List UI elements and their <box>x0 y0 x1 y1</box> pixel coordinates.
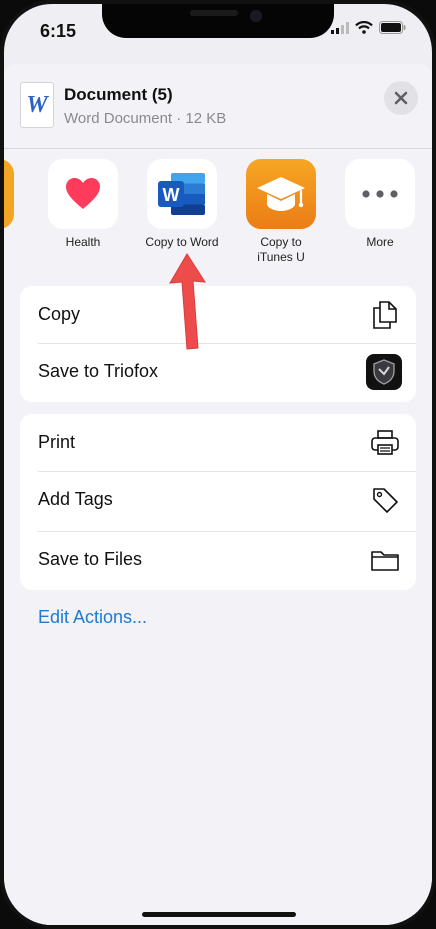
partial-app-icon[interactable] <box>4 159 14 229</box>
app-health[interactable]: Health <box>40 159 126 250</box>
red-arrow-annotation <box>169 253 206 350</box>
phone-frame: 6:15 W Document (5) Word Document · 12 K… <box>0 0 436 929</box>
app-tile-itunes-u[interactable] <box>246 159 316 229</box>
close-button[interactable] <box>384 81 418 115</box>
svg-text:W: W <box>163 185 180 205</box>
action-label-print: Print <box>38 432 76 452</box>
action-label-triofox: Save to Triofox <box>38 361 159 381</box>
printer-icon <box>368 426 402 460</box>
screen: 6:15 W Document (5) Word Document · 12 K… <box>4 4 432 925</box>
itunes-u-icon <box>257 177 305 211</box>
app-copy-to-word[interactable]: W Copy to Word <box>139 159 225 250</box>
document-title: Document (5) <box>64 85 173 104</box>
copy-icon <box>368 298 402 332</box>
app-row: Health W Copy to Word Copy to iTunes U M… <box>4 159 432 274</box>
heart-icon <box>66 178 100 209</box>
status-icons <box>331 21 406 34</box>
home-indicator <box>142 912 296 917</box>
document-subtitle: Word Document · 12 KB <box>64 110 227 127</box>
action-save-to-triofox[interactable]: Save to Triofox <box>20 343 416 400</box>
speaker <box>190 10 238 16</box>
app-more[interactable]: More <box>337 159 423 250</box>
action-label-add-tags: Add Tags <box>38 489 113 509</box>
battery-icon <box>379 21 406 34</box>
share-sheet: W Document (5) Word Document · 12 KB Hea… <box>4 64 432 925</box>
more-icon <box>362 190 398 198</box>
app-label-itunes-u: Copy to iTunes U <box>257 235 305 264</box>
edit-actions-link[interactable]: Edit Actions... <box>38 607 147 628</box>
app-label-more: More <box>366 235 394 249</box>
app-tile-more[interactable] <box>345 159 415 229</box>
status-time: 6:15 <box>40 21 77 41</box>
app-copy-to-itunes-u[interactable]: Copy to iTunes U <box>238 159 324 265</box>
action-label-save-to-files: Save to Files <box>38 549 143 569</box>
notch <box>102 4 334 38</box>
signal-icon <box>331 21 349 34</box>
triofox-icon <box>366 354 402 390</box>
action-save-to-files[interactable]: Save to Files <box>20 531 416 588</box>
app-tile-word[interactable]: W <box>147 159 217 229</box>
action-label-copy: Copy <box>38 304 81 324</box>
wifi-icon <box>355 21 373 34</box>
folder-icon <box>368 543 402 577</box>
app-label-health: Health <box>65 235 101 249</box>
tag-icon <box>368 483 402 517</box>
share-sheet-header: W Document (5) Word Document · 12 KB <box>4 64 432 149</box>
app-tile-health[interactable] <box>48 159 118 229</box>
app-label-word: Copy to Word <box>145 235 219 249</box>
actions-group-2: Print Add Tags Save to Files <box>20 414 416 590</box>
action-add-tags[interactable]: Add Tags <box>20 471 416 531</box>
action-print[interactable]: Print <box>20 414 416 471</box>
close-icon <box>394 91 408 105</box>
action-copy[interactable]: Copy <box>20 286 416 343</box>
actions-group-1: Copy Save to Triofox <box>20 286 416 402</box>
word-icon: W <box>158 173 205 215</box>
word-document-icon: W <box>20 82 54 128</box>
camera <box>250 10 262 22</box>
